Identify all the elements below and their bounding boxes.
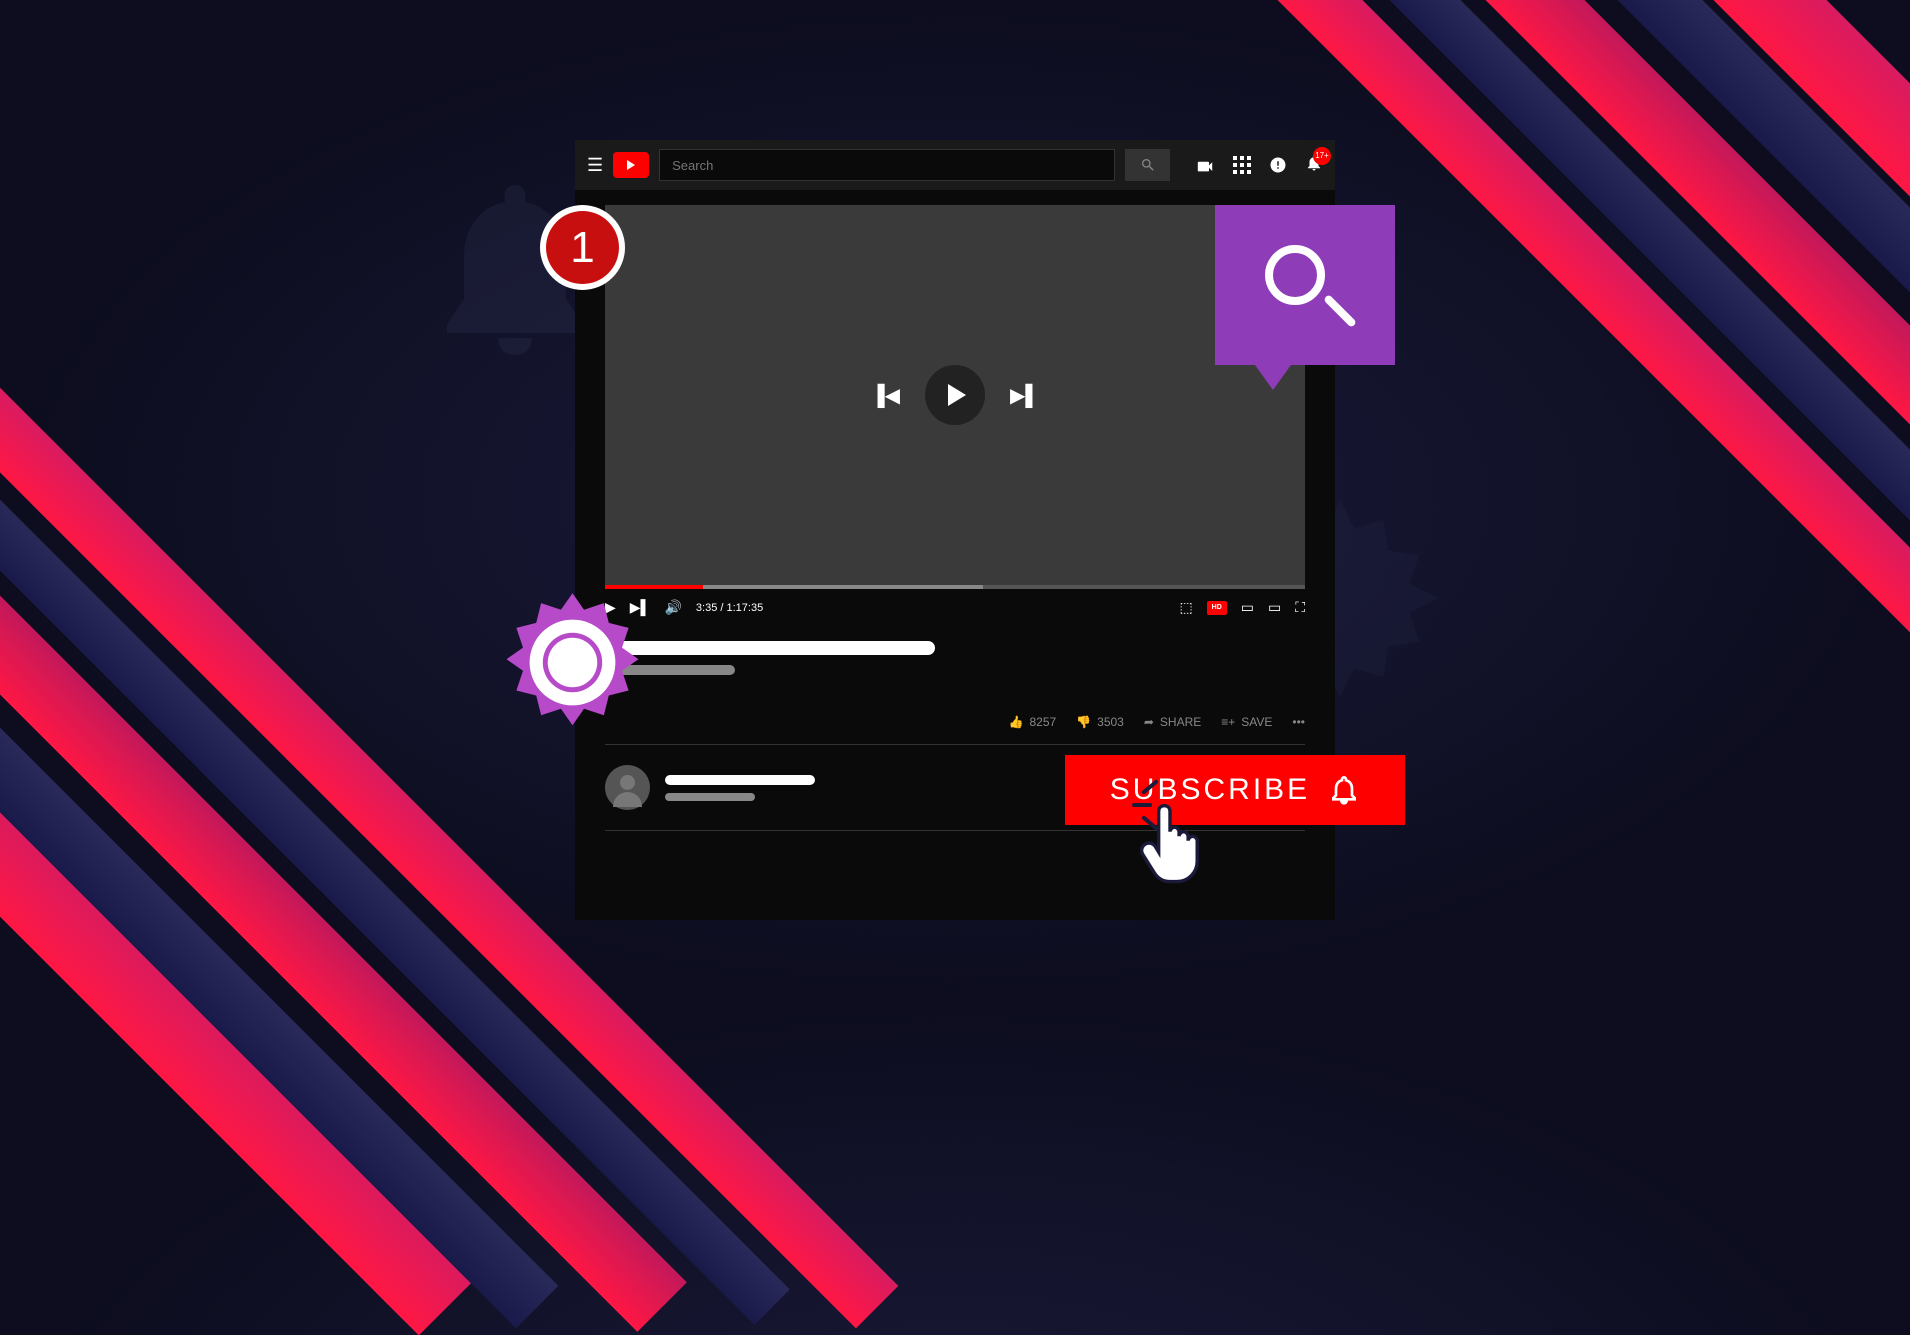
- title-area: [575, 626, 1335, 700]
- topbar: ☰ 17+: [575, 140, 1335, 190]
- subscribe-button[interactable]: SUBSCRIBE: [1065, 755, 1405, 825]
- avatar[interactable]: [605, 765, 650, 810]
- controls-bar: ▶ ▶▌ 🔊 3:35 / 1:17:35 ⬚ HD ▭ ▭ ⛶: [575, 589, 1335, 626]
- apps-grid-icon[interactable]: [1233, 156, 1251, 174]
- messages-icon[interactable]: [1269, 156, 1287, 174]
- play-button[interactable]: [925, 365, 985, 425]
- progress-buffer: [703, 585, 983, 589]
- search-input[interactable]: [659, 149, 1115, 181]
- notif-badge: 17+: [1313, 147, 1331, 165]
- notification-count: 1: [546, 211, 619, 284]
- channel-subs-placeholder: [665, 793, 755, 801]
- play-icon: [948, 384, 966, 406]
- camera-icon[interactable]: [1195, 157, 1215, 173]
- time-display: 3:35 / 1:17:35: [696, 602, 763, 614]
- bell-icon: [1328, 774, 1360, 806]
- hd-badge-icon[interactable]: HD: [1207, 601, 1227, 615]
- next-icon[interactable]: ▶▌: [1010, 383, 1040, 408]
- fullscreen-icon[interactable]: ⛶: [1295, 599, 1305, 616]
- notifications-button[interactable]: 17+: [1305, 153, 1323, 178]
- more-icon[interactable]: •••: [1292, 715, 1305, 729]
- channel-name-placeholder: [665, 775, 815, 785]
- share-icon: ➦: [1144, 715, 1154, 729]
- thumbs-up-icon: 👍: [1009, 715, 1024, 729]
- prev-icon[interactable]: ▐◀: [870, 383, 900, 408]
- search-icon: [1140, 157, 1156, 173]
- save-button[interactable]: ≡+SAVE: [1221, 715, 1272, 729]
- like-button[interactable]: 👍8257: [1009, 715, 1057, 729]
- youtube-logo-icon[interactable]: [613, 152, 649, 178]
- gear-icon: [490, 580, 655, 745]
- notification-badge: 1: [540, 205, 625, 290]
- gear-badge: [490, 580, 655, 745]
- cursor-hand-icon: [1135, 800, 1205, 885]
- miniplayer-icon[interactable]: ▭: [1241, 599, 1254, 616]
- share-button[interactable]: ➦SHARE: [1144, 715, 1201, 729]
- volume-icon[interactable]: 🔊: [664, 599, 681, 616]
- captions-icon[interactable]: ⬚: [1179, 599, 1192, 616]
- theater-icon[interactable]: ▭: [1268, 599, 1281, 616]
- magnifier-icon: [1265, 245, 1325, 305]
- actions-bar: 👍8257 👎3503 ➦SHARE ≡+SAVE •••: [575, 715, 1335, 744]
- hamburger-icon[interactable]: ☰: [587, 155, 603, 176]
- dislike-button[interactable]: 👎3503: [1076, 715, 1124, 729]
- search-callout: [1215, 205, 1395, 365]
- progress-bar[interactable]: [605, 585, 1305, 589]
- save-icon: ≡+: [1221, 715, 1235, 729]
- search-button[interactable]: [1125, 149, 1170, 181]
- thumbs-down-icon: 👎: [1076, 715, 1091, 729]
- video-area[interactable]: ▐◀ ▶▌: [605, 205, 1305, 585]
